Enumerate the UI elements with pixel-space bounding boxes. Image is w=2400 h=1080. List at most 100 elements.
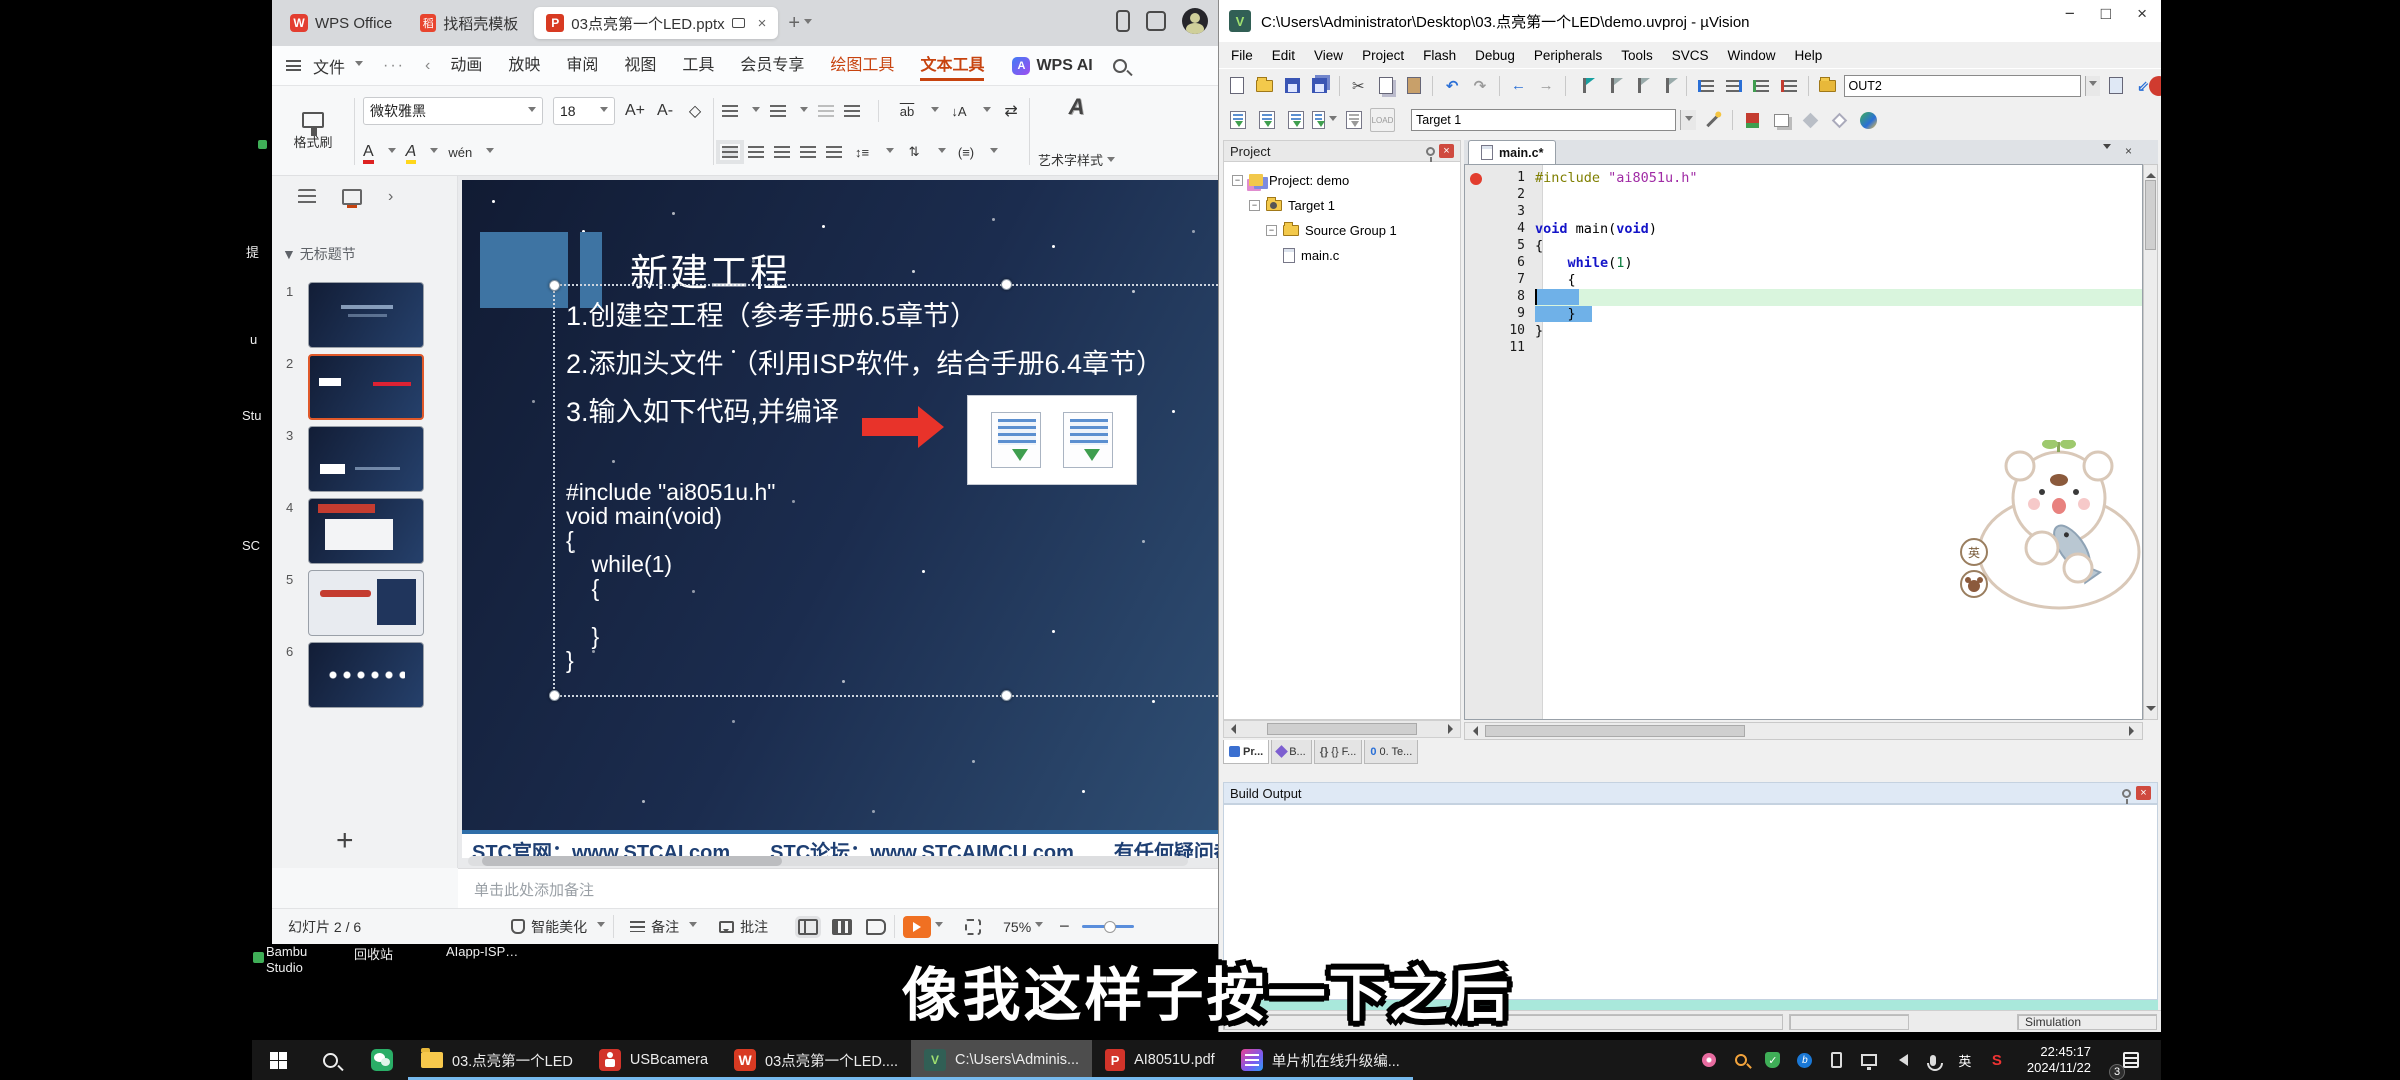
resize-handle[interactable] xyxy=(1001,279,1012,290)
font-size-select[interactable]: 18 xyxy=(553,97,615,125)
taskbar-mcu-tool-item[interactable]: 单片机在线升级编... xyxy=(1228,1040,1413,1080)
save-all-icon[interactable] xyxy=(1308,74,1332,98)
menu-item-动画[interactable]: 动画 xyxy=(450,51,482,81)
previous-bookmark-icon[interactable] xyxy=(1601,74,1625,98)
minimize-button[interactable]: − xyxy=(2065,4,2075,24)
notes-button[interactable]: 备注 xyxy=(630,917,697,937)
panel-tab-Te[interactable]: 00. Te... xyxy=(1364,740,1418,764)
code-line-6[interactable]: 6 while(1) xyxy=(1465,255,2142,272)
menu-item-视图[interactable]: 视图 xyxy=(624,51,656,81)
slide-thumbnail-6[interactable] xyxy=(308,642,424,708)
format-painter-button[interactable]: 格式刷 xyxy=(280,92,346,171)
scroll-left-icon[interactable] xyxy=(1226,724,1236,734)
numbered-list-button[interactable] xyxy=(770,105,786,117)
project-horizontal-scrollbar[interactable] xyxy=(1223,720,1461,738)
zoom-level[interactable]: 75% xyxy=(1003,919,1031,935)
keil-menu-view[interactable]: View xyxy=(1314,48,1343,63)
navigate-forward-icon[interactable]: → xyxy=(1534,74,1558,98)
wordart-style-button[interactable]: A 艺术字样式 xyxy=(1038,92,1115,171)
reading-view-button[interactable] xyxy=(866,919,886,935)
code-line-4[interactable]: 4void main(void) xyxy=(1465,221,2142,238)
code-line-5[interactable]: 5{ xyxy=(1465,238,2142,255)
tray-search-icon[interactable] xyxy=(1731,1050,1751,1070)
code-line-7[interactable]: 7 { xyxy=(1465,272,2142,289)
keil-menu-help[interactable]: Help xyxy=(1795,48,1823,63)
play-options-chevron[interactable] xyxy=(935,922,943,931)
build-output-header[interactable]: Build Output × xyxy=(1223,782,2158,804)
slideshow-play-button[interactable] xyxy=(903,916,931,938)
fit-to-window-button[interactable] xyxy=(965,919,981,935)
redo-icon[interactable]: ↷ xyxy=(1468,74,1492,98)
indent-icon[interactable] xyxy=(1722,74,1746,98)
desktop-icon-label[interactable]: SC xyxy=(242,538,260,553)
insert-breakpoint-icon[interactable] xyxy=(1798,108,1823,132)
tree-item-target-1[interactable]: −Target 1 xyxy=(1249,195,1335,215)
input-language-indicator[interactable]: 英 xyxy=(1955,1050,1975,1070)
menu-item-文本工具[interactable]: 文本工具 xyxy=(920,51,984,81)
notification-center-button[interactable]: 3 xyxy=(2111,1052,2151,1068)
normal-view-button[interactable] xyxy=(798,919,818,935)
desktop-icon-label[interactable]: u xyxy=(250,332,257,347)
close-button[interactable]: × xyxy=(2137,4,2147,24)
wps-tab-ppt[interactable]: P03点亮第一个LED.pptx× xyxy=(534,7,778,39)
editor-horizontal-scrollbar[interactable] xyxy=(1464,722,2143,740)
grow-font-button[interactable]: A+ xyxy=(625,102,645,120)
menu-scroll-left-icon[interactable]: ‹ xyxy=(425,57,430,75)
search-text-combo[interactable]: OUT2 xyxy=(1844,75,2081,97)
rebuild-all-icon[interactable] xyxy=(1283,108,1308,132)
present-screen-icon[interactable] xyxy=(732,18,745,28)
start-button[interactable] xyxy=(252,1040,304,1080)
distribute-button[interactable] xyxy=(826,146,842,158)
microphone-icon[interactable] xyxy=(1923,1050,1943,1070)
slide-sorter-view-button[interactable] xyxy=(832,919,852,935)
code-line-8[interactable]: 8 xyxy=(1465,289,2142,306)
download-icon[interactable]: LOAD xyxy=(1370,108,1395,132)
bullet-list-button[interactable] xyxy=(722,105,738,117)
unindent-icon[interactable] xyxy=(1694,74,1718,98)
translate-file-icon[interactable] xyxy=(1225,108,1250,132)
align-left-button[interactable] xyxy=(722,146,738,158)
pack-installer-icon[interactable] xyxy=(1856,108,1881,132)
tree-item-project-demo[interactable]: −Project: demo xyxy=(1232,170,1349,190)
increase-indent-button[interactable] xyxy=(844,105,860,117)
avatar[interactable] xyxy=(1182,8,1208,34)
tray-security-icon[interactable]: ✓ xyxy=(1763,1050,1783,1070)
taskbar-wechat-button[interactable] xyxy=(356,1040,408,1080)
options-for-target-icon[interactable] xyxy=(1700,108,1725,132)
new-file-icon[interactable] xyxy=(1225,74,1249,98)
open-file-icon[interactable] xyxy=(1253,74,1277,98)
keil-menu-debug[interactable]: Debug xyxy=(1475,48,1515,63)
tab-list-chevron[interactable] xyxy=(2103,144,2111,153)
search-combo-dropdown[interactable] xyxy=(2085,76,2100,96)
keil-menu-project[interactable]: Project xyxy=(1362,48,1404,63)
keil-menu-tools[interactable]: Tools xyxy=(1621,48,1653,63)
slide-thumbnail-3[interactable] xyxy=(308,426,424,492)
desktop-icon-label[interactable]: 提 xyxy=(246,242,259,261)
convert-text-icon[interactable]: ⇄ xyxy=(1001,101,1021,121)
tree-item-main-c[interactable]: main.c xyxy=(1283,245,1339,265)
volume-icon[interactable] xyxy=(1891,1050,1911,1070)
code-line-10[interactable]: 10} xyxy=(1465,323,2142,340)
zoom-slider[interactable] xyxy=(1082,925,1134,928)
shrink-font-button[interactable]: A- xyxy=(655,102,675,120)
text-layout-button[interactable]: (≡) xyxy=(956,145,976,160)
find-in-files-icon[interactable] xyxy=(1816,74,1840,98)
slide-code-text[interactable]: #include "ai8051u.h" void main(void) { w… xyxy=(566,480,775,672)
slide-thumbnail-1[interactable] xyxy=(308,282,424,348)
wps-tab-home[interactable]: WWPS Office xyxy=(278,7,404,39)
paragraph-spacing-button[interactable]: ⇅ xyxy=(904,144,924,160)
menu-item-绘图工具[interactable]: 绘图工具 xyxy=(830,51,894,81)
close-panel-icon[interactable]: × xyxy=(2136,786,2151,800)
desktop-icon-label[interactable]: Stu xyxy=(242,408,262,423)
undo-icon[interactable]: ↶ xyxy=(1440,74,1464,98)
next-bookmark-icon[interactable] xyxy=(1628,74,1652,98)
new-tab-button[interactable]: + xyxy=(788,12,800,35)
resize-handle[interactable] xyxy=(549,690,560,701)
code-line-9[interactable]: 9 } xyxy=(1465,306,2142,323)
wps-tab-docer[interactable]: 稻找稻壳模板 xyxy=(408,7,530,39)
tray-flower-icon[interactable] xyxy=(1699,1050,1719,1070)
close-tab-icon[interactable]: × xyxy=(758,15,767,32)
kill-breakpoints-icon[interactable] xyxy=(1827,108,1852,132)
menu-item-工具[interactable]: 工具 xyxy=(682,51,714,81)
close-document-icon[interactable]: × xyxy=(2125,144,2132,158)
